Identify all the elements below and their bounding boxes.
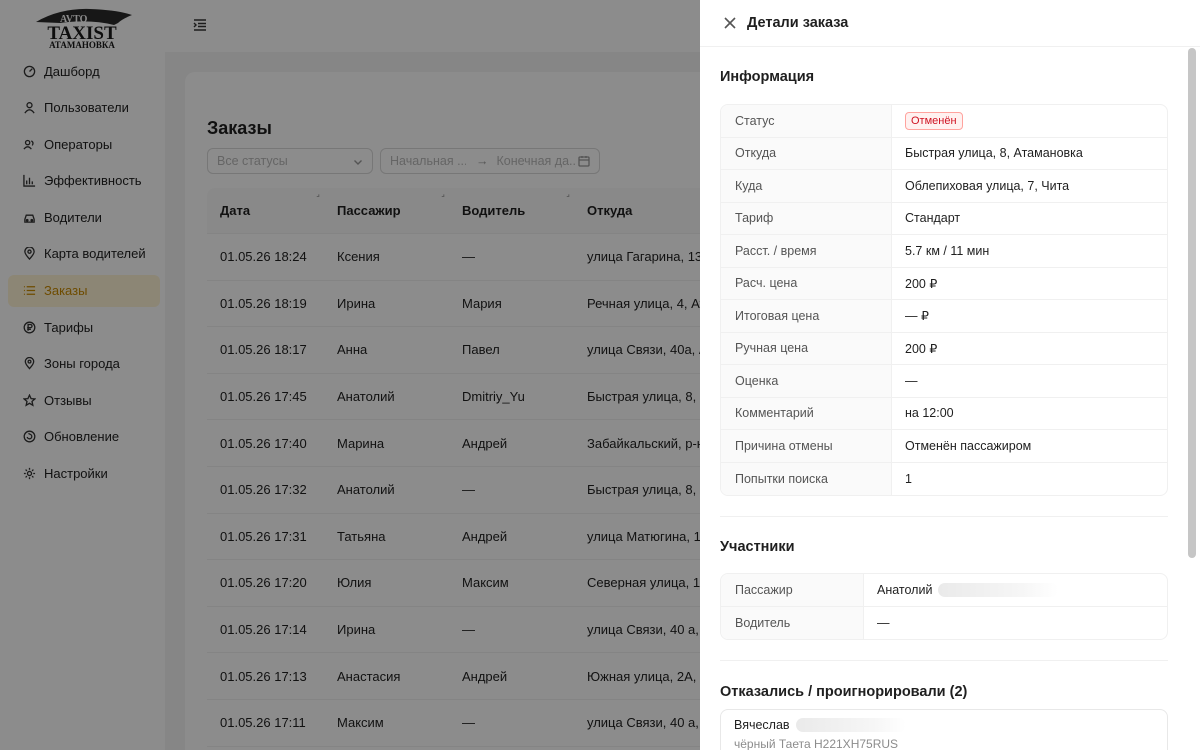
- section-title-info: Информация: [720, 69, 815, 85]
- participant-value: Анатолий: [864, 574, 1059, 606]
- order-info-list: Статус Отменён Откуда Быстрая улица, 8, …: [720, 104, 1168, 496]
- info-row-to: Куда Облепиховая улица, 7, Чита: [721, 170, 1167, 203]
- info-row-distance: Расст. / время 5.7 км / 11 мин: [721, 235, 1167, 268]
- info-label: Расст. / время: [721, 235, 892, 267]
- info-value: Быстрая улица, 8, Атамановка: [905, 146, 1083, 161]
- section-title-ignored: Отказались / проигнорировали (2): [720, 684, 968, 700]
- section-divider: [720, 516, 1168, 517]
- info-value: Отменён пассажиром: [905, 438, 1032, 453]
- status-badge: Отменён: [905, 111, 963, 130]
- close-icon[interactable]: [724, 17, 736, 29]
- info-value: Стандарт: [905, 211, 961, 226]
- info-row-est-price: Расч. цена 200 ₽: [721, 267, 1167, 300]
- info-value: Облепиховая улица, 7, Чита: [905, 178, 1070, 193]
- info-label: Причина отмены: [721, 430, 892, 462]
- info-label: Тариф: [721, 202, 892, 234]
- info-label: Куда: [721, 170, 892, 202]
- participant-row-passenger: Пассажир Анатолий: [721, 574, 1167, 607]
- info-row-tariff: Тариф Стандарт: [721, 202, 1167, 235]
- participant-value: —: [877, 615, 890, 630]
- info-row-from: Откуда Быстрая улица, 8, Атамановка: [721, 137, 1167, 170]
- info-label: Итоговая цена: [721, 300, 892, 332]
- drawer-mask[interactable]: [0, 0, 700, 750]
- info-value: 200 ₽: [905, 341, 938, 356]
- order-details-drawer: Детали заказа Информация Статус Отменён …: [700, 0, 1200, 750]
- section-divider: [720, 660, 1168, 661]
- info-value: —: [905, 373, 918, 388]
- info-row-cancel-reason: Причина отмены Отменён пассажиром: [721, 430, 1167, 463]
- info-value: на 12:00: [905, 406, 954, 421]
- drawer-header: Детали заказа: [700, 0, 1200, 47]
- info-label: Оценка: [721, 365, 892, 397]
- info-label: Комментарий: [721, 397, 892, 429]
- info-row-rating: Оценка —: [721, 365, 1167, 398]
- redacted-blur: [795, 718, 906, 732]
- redacted-blur: [938, 582, 1059, 597]
- participant-label: Водитель: [721, 606, 864, 639]
- info-row-final-price: Итоговая цена — ₽: [721, 300, 1167, 333]
- info-row-manual-price: Ручная цена 200 ₽: [721, 332, 1167, 365]
- ignored-driver-name: Вячеслав: [734, 718, 1154, 732]
- ignored-driver-card: Вячеслав чёрный Таета Н221ХН75RUS: [720, 709, 1168, 750]
- participant-row-driver: Водитель —: [721, 606, 1167, 639]
- participants-list: Пассажир Анатолий Водитель —: [720, 573, 1168, 640]
- info-value: — ₽: [905, 309, 929, 324]
- info-label: Ручная цена: [721, 332, 892, 364]
- info-value: Отменён: [892, 105, 963, 137]
- section-title-participants: Участники: [720, 539, 795, 555]
- drawer-scrollbar[interactable]: [1188, 48, 1196, 558]
- info-value: 1: [905, 471, 912, 486]
- info-row-status: Статус Отменён: [721, 105, 1167, 138]
- info-label: Попытки поиска: [721, 462, 892, 495]
- info-label: Статус: [721, 105, 892, 137]
- ignored-driver-car: чёрный Таета Н221ХН75RUS: [734, 737, 899, 750]
- participant-label: Пассажир: [721, 574, 864, 606]
- info-row-search-attempts: Попытки поиска 1: [721, 462, 1167, 495]
- info-row-comment: Комментарий на 12:00: [721, 397, 1167, 430]
- drawer-title: Детали заказа: [747, 15, 849, 31]
- info-value: 5.7 км / 11 мин: [905, 243, 990, 258]
- info-label: Откуда: [721, 137, 892, 169]
- info-label: Расч. цена: [721, 267, 892, 299]
- info-value: 200 ₽: [905, 276, 938, 291]
